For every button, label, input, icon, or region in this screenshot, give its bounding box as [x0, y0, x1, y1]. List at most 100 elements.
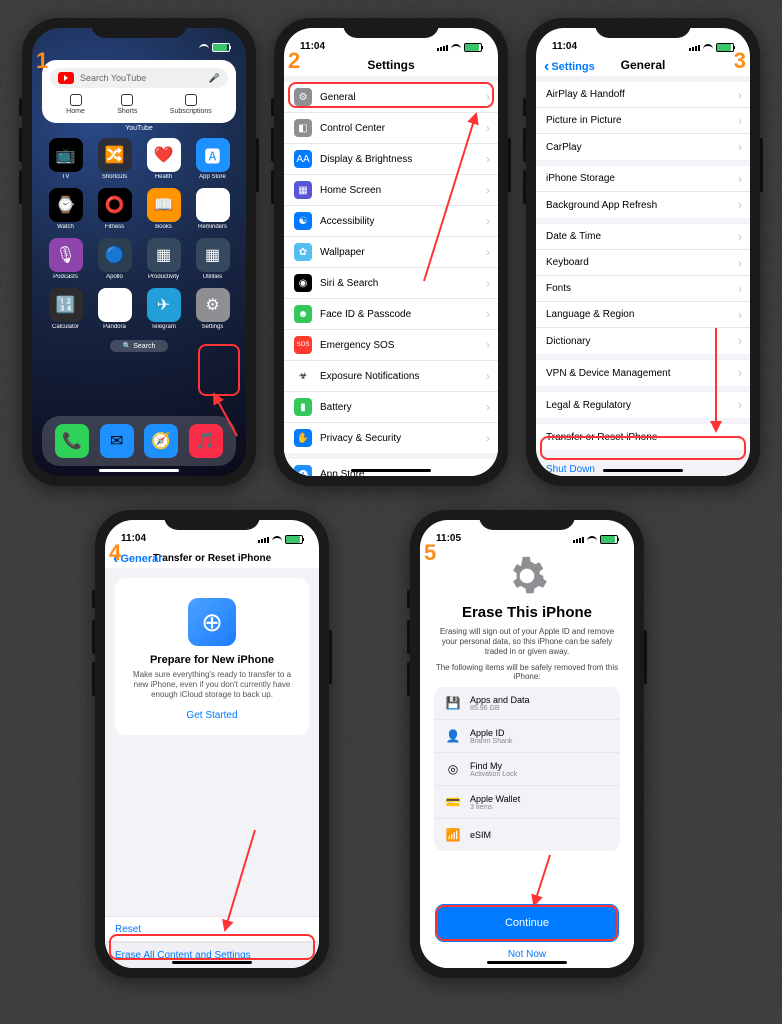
settings-row-date-time[interactable]: Date & Time› [536, 224, 750, 250]
page-title: Transfer or Reset iPhone [153, 553, 271, 564]
reset-row[interactable]: Reset [105, 916, 319, 942]
settings-row-vpn-device-management[interactable]: VPN & Device Management› [536, 360, 750, 386]
erase-item-apps-and-data: 💾Apps and Data85.96 GB [434, 687, 620, 720]
step-number-4: 4 [109, 540, 121, 566]
app-apollo[interactable]: 🔵Apollo [93, 238, 136, 280]
settings-row-background-app-refresh[interactable]: Background App Refresh› [536, 192, 750, 218]
app-shortcuts[interactable]: 🔀Shortcuts [93, 138, 136, 180]
chevron-right-icon: › [486, 369, 490, 383]
erase-item-apple-wallet: 💳Apple Wallet3 items [434, 786, 620, 819]
settings-row-general[interactable]: ⚙General› [284, 82, 498, 113]
settings-row-dictionary[interactable]: Dictionary› [536, 328, 750, 354]
chevron-right-icon: › [486, 276, 490, 290]
settings-row-control-center[interactable]: ◧Control Center› [284, 113, 498, 144]
app-productivity[interactable]: ▦Productivity [142, 238, 185, 280]
step-number-3: 3 [734, 48, 746, 74]
chevron-right-icon: › [486, 400, 490, 414]
chevron-right-icon: › [486, 245, 490, 259]
settings-row-display-brightness[interactable]: AADisplay & Brightness› [284, 144, 498, 175]
settings-row-accessibility[interactable]: ☯Accessibility› [284, 206, 498, 237]
settings-row-wallpaper[interactable]: ✿Wallpaper› [284, 237, 498, 268]
youtube-logo-icon [58, 72, 74, 84]
app-health[interactable]: ❤️Health [142, 138, 185, 180]
dock-music[interactable]: 🎵 [189, 424, 223, 458]
chevron-right-icon: › [486, 152, 490, 166]
settings-row-keyboard[interactable]: Keyboard› [536, 250, 750, 276]
prepare-card: ⊕ Prepare for New iPhone Make sure every… [115, 578, 309, 735]
youtube-tab-shorts[interactable]: Shorts [117, 94, 137, 115]
transfer-hero-icon: ⊕ [188, 598, 236, 646]
settings-row-picture-in-picture[interactable]: Picture in Picture› [536, 108, 750, 134]
settings-row-app-store[interactable]: 🅐App Store› [284, 459, 498, 476]
page-title: Settings [284, 54, 498, 76]
app-settings[interactable]: ⚙Settings [191, 288, 234, 330]
chevron-right-icon: › [738, 114, 742, 128]
erase-item-apple-id: 👤Apple IDBrahm Shank [434, 720, 620, 753]
dock-phone[interactable]: 📞 [55, 424, 89, 458]
chevron-right-icon: › [486, 183, 490, 197]
app-telegram[interactable]: ✈Telegram [142, 288, 185, 330]
dock-mail[interactable]: ✉ [100, 424, 134, 458]
settings-row-face-id-passcode[interactable]: ☻Face ID & Passcode› [284, 299, 498, 330]
dock-safari[interactable]: 🧭 [144, 424, 178, 458]
chevron-right-icon: › [486, 90, 490, 104]
settings-row-exposure-notifications[interactable]: ☣Exposure Notifications› [284, 361, 498, 392]
back-button[interactable]: Settings [544, 58, 595, 76]
app-fitness[interactable]: ⭕Fitness [93, 188, 136, 230]
settings-row-siri-search[interactable]: ◉Siri & Search› [284, 268, 498, 299]
chevron-right-icon: › [486, 338, 490, 352]
settings-row-carplay[interactable]: CarPlay› [536, 134, 750, 160]
app-reminders[interactable]: ☰Reminders [191, 188, 234, 230]
youtube-tab-subs[interactable]: Subscriptions [170, 94, 212, 115]
step-number-5: 5 [424, 540, 436, 566]
settings-row-fonts[interactable]: Fonts› [536, 276, 750, 302]
continue-button[interactable]: Continue [436, 905, 618, 941]
erase-all-row[interactable]: Erase All Content and Settings [105, 942, 319, 968]
app-podcasts[interactable]: 🎙Podcasts [44, 238, 87, 280]
app-watch[interactable]: ⌚Watch [44, 188, 87, 230]
erase-item-find-my: ◎Find MyActivation Lock [434, 753, 620, 786]
app-utilities[interactable]: ▦Utilities [191, 238, 234, 280]
chevron-right-icon: › [738, 230, 742, 244]
get-started-link[interactable]: Get Started [127, 710, 297, 721]
app-app-store[interactable]: 🅰App Store [191, 138, 234, 180]
settings-row-iphone-storage[interactable]: iPhone Storage› [536, 166, 750, 192]
chevron-right-icon: › [486, 431, 490, 445]
settings-row-battery[interactable]: ▮Battery› [284, 392, 498, 423]
settings-row-privacy-security[interactable]: ✋Privacy & Security› [284, 423, 498, 453]
chevron-right-icon: › [738, 398, 742, 412]
chevron-right-icon: › [738, 198, 742, 212]
app-tv[interactable]: 📺TV [44, 138, 87, 180]
settings-row-emergency-sos[interactable]: SOSEmergency SOS› [284, 330, 498, 361]
chevron-right-icon: › [486, 214, 490, 228]
settings-row-transfer-or-reset-iphone[interactable]: Transfer or Reset iPhone› [536, 424, 750, 450]
settings-row-language-region[interactable]: Language & Region› [536, 302, 750, 328]
home-search[interactable]: 🔍 Search [110, 340, 168, 352]
app-pandora[interactable]: 🅿Pandora [93, 288, 136, 330]
chevron-right-icon: › [738, 172, 742, 186]
erase-items-list: 💾Apps and Data85.96 GB👤Apple IDBrahm Sha… [434, 687, 620, 851]
app-books[interactable]: 📖Books [142, 188, 185, 230]
youtube-tab-home[interactable]: Home [66, 94, 85, 115]
mic-icon[interactable]: 🎤 [209, 73, 220, 84]
chevron-right-icon: › [738, 88, 742, 102]
chevron-right-icon: › [486, 121, 490, 135]
chevron-right-icon: › [738, 366, 742, 380]
erase-item-esim: 📶eSIM [434, 819, 620, 851]
dock: 📞 ✉ 🧭 🎵 [42, 416, 236, 466]
step-number-1: 1 [36, 48, 48, 74]
erase-title: Erase This iPhone [462, 604, 592, 621]
shutdown-row[interactable]: Shut Down [536, 456, 750, 476]
youtube-search[interactable]: Search YouTube 🎤 [50, 68, 228, 88]
youtube-widget[interactable]: Search YouTube 🎤 Home Shorts Subscriptio… [42, 60, 236, 123]
step-number-2: 2 [288, 48, 300, 74]
settings-row-legal-regulatory[interactable]: Legal & Regulatory› [536, 392, 750, 418]
chevron-right-icon: › [738, 256, 742, 270]
chevron-right-icon: › [738, 430, 742, 444]
chevron-right-icon: › [738, 140, 742, 154]
chevron-right-icon: › [738, 282, 742, 296]
settings-row-home-screen[interactable]: ▦Home Screen› [284, 175, 498, 206]
chevron-right-icon: › [738, 308, 742, 322]
settings-row-airplay-handoff[interactable]: AirPlay & Handoff› [536, 82, 750, 108]
app-calculator[interactable]: 🔢Calculator [44, 288, 87, 330]
